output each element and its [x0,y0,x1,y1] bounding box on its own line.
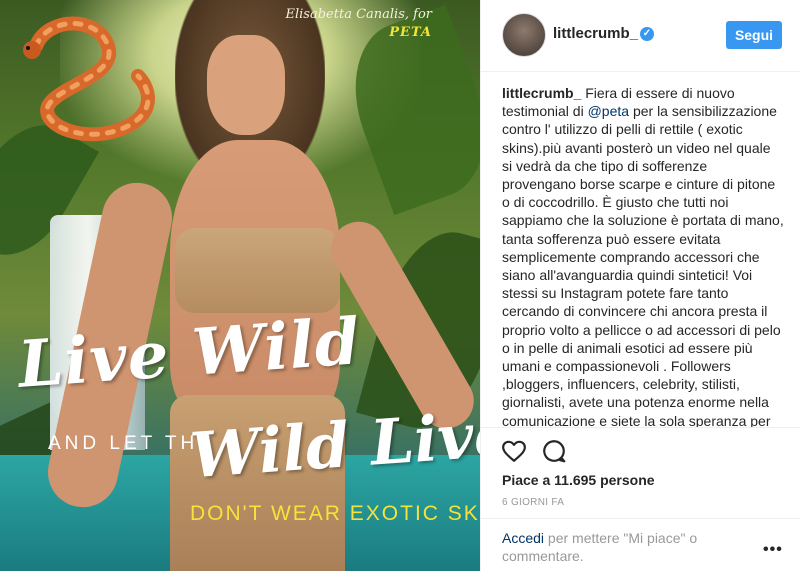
post-caption: littlecrumb_ Fiera di essere di nuovo te… [502,84,784,427]
login-prompt: Accedi per mettere "Mi piace" o commenta… [502,529,742,565]
tagline: DON'T WEAR EXOTIC SKINS. [190,502,480,525]
post-timestamp[interactable]: 6 GIORNI FA [502,497,564,508]
credit-name: Elisabetta Canalis, for [285,7,433,22]
comment-bubble-icon[interactable] [541,438,567,464]
caption-text-2: per la sensibilizzazione contro l' utili… [502,103,784,427]
post-image[interactable]: Elisabetta Canalis, for PETA Live Wild A… [0,0,480,571]
model-face [207,35,285,135]
login-link[interactable]: Accedi [502,530,544,546]
model-top [175,228,340,313]
caption-mention[interactable]: @peta [588,103,629,119]
more-options-icon[interactable]: ••• [763,541,783,559]
header-username[interactable]: littlecrumb_ [553,25,638,42]
post-sidebar: littlecrumb_ ✓ Segui littlecrumb_ Fiera … [480,0,800,571]
caption-username[interactable]: littlecrumb_ [502,85,581,101]
heart-icon[interactable] [501,438,527,464]
comment-bar: Accedi per mettere "Mi piace" o commenta… [481,518,800,571]
peta-logo: PETA [389,25,432,40]
verified-badge-icon: ✓ [640,27,654,41]
avatar[interactable] [502,13,546,57]
instagram-post: Elisabetta Canalis, for PETA Live Wild A… [0,0,800,571]
follow-button[interactable]: Segui [726,21,782,49]
photo-credit: Elisabetta Canalis, for PETA [286,6,433,42]
likes-count[interactable]: Piace a 11.695 persone [502,472,655,488]
snake-icon [23,16,155,142]
post-header: littlecrumb_ ✓ Segui [481,0,800,72]
